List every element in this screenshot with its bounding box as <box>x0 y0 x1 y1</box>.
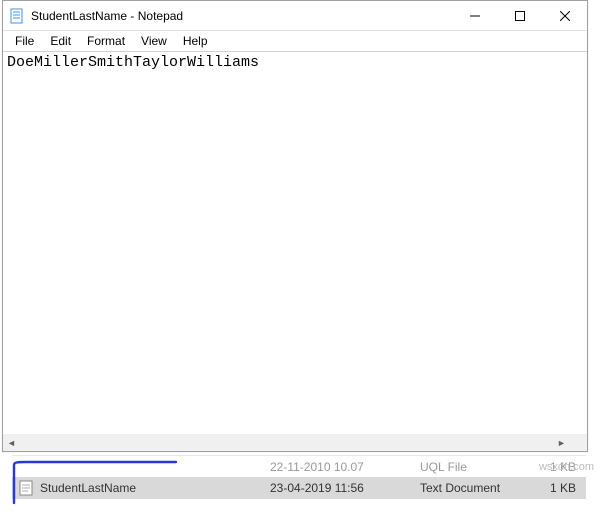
minimize-button[interactable] <box>452 1 497 30</box>
menu-help[interactable]: Help <box>175 33 216 49</box>
file-type-cell: UQL File <box>420 460 540 474</box>
maximize-button[interactable] <box>497 1 542 30</box>
menu-file[interactable]: File <box>7 33 42 49</box>
explorer-file-list: 22-11-2010 10.07 UQL File 1 KB StudentLa… <box>12 455 586 503</box>
notepad-icon <box>9 8 25 24</box>
text-file-icon <box>18 480 34 496</box>
text-content[interactable]: DoeMillerSmithTaylorWilliams <box>3 52 587 451</box>
scroll-left-icon[interactable]: ◄ <box>3 434 20 451</box>
file-type-cell: Text Document <box>420 481 540 495</box>
scroll-corner <box>570 434 587 451</box>
menu-view[interactable]: View <box>133 33 175 49</box>
editor-area: DoeMillerSmithTaylorWilliams ◄ ► <box>3 51 587 451</box>
table-row[interactable]: 22-11-2010 10.07 UQL File 1 KB <box>12 455 586 477</box>
close-button[interactable] <box>542 1 587 30</box>
menubar: File Edit Format View Help <box>3 31 587 51</box>
window-controls <box>452 1 587 30</box>
notepad-window: StudentLastName - Notepad File Edit Form… <box>2 0 588 452</box>
scroll-right-icon[interactable]: ► <box>553 434 570 451</box>
table-row-selected[interactable]: StudentLastName 23-04-2019 11:56 Text Do… <box>12 477 586 499</box>
window-title: StudentLastName - Notepad <box>31 9 452 23</box>
file-size-cell: 1 KB <box>540 481 586 495</box>
titlebar: StudentLastName - Notepad <box>3 1 587 31</box>
watermark-text: wsxdn.com <box>539 461 594 473</box>
file-name-cell: StudentLastName <box>40 481 270 495</box>
horizontal-scrollbar[interactable]: ◄ ► <box>3 434 570 451</box>
menu-format[interactable]: Format <box>79 33 133 49</box>
file-date-cell: 23-04-2019 11:56 <box>270 481 420 495</box>
file-date-cell: 22-11-2010 10.07 <box>270 460 420 474</box>
menu-edit[interactable]: Edit <box>42 33 79 49</box>
